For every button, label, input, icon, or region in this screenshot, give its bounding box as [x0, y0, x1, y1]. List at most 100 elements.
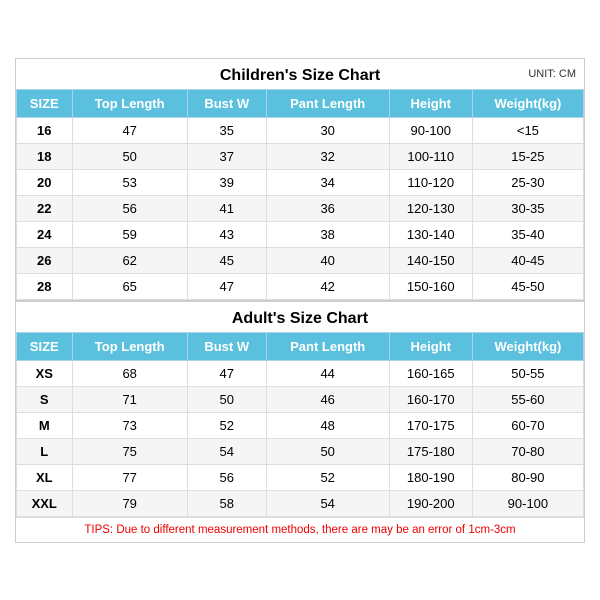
table-cell: 36 — [266, 195, 389, 221]
table-cell: 54 — [187, 438, 266, 464]
table-cell: XXL — [17, 490, 73, 516]
table-row: L755450175-18070-80 — [17, 438, 584, 464]
table-cell: 68 — [72, 360, 187, 386]
table-row: M735248170-17560-70 — [17, 412, 584, 438]
table-cell: 60-70 — [472, 412, 583, 438]
table-cell: 18 — [17, 143, 73, 169]
table-cell: 180-190 — [389, 464, 472, 490]
children-section-title: Children's Size Chart UNIT: CM — [16, 59, 584, 89]
unit-label: UNIT: CM — [528, 68, 576, 80]
table-cell: XL — [17, 464, 73, 490]
table-cell: 40 — [266, 247, 389, 273]
table-cell: 15-25 — [472, 143, 583, 169]
table-cell: 56 — [72, 195, 187, 221]
table-cell: 80-90 — [472, 464, 583, 490]
adult-table-body: XS684744160-16550-55S715046160-17055-60M… — [17, 360, 584, 516]
table-row: 22564136120-13030-35 — [17, 195, 584, 221]
tips-text: TIPS: Due to different measurement metho… — [16, 517, 584, 542]
table-cell: 32 — [266, 143, 389, 169]
table-cell: 160-165 — [389, 360, 472, 386]
table-cell: 54 — [266, 490, 389, 516]
table-cell: 44 — [266, 360, 389, 386]
table-cell: 47 — [187, 360, 266, 386]
table-row: 26624540140-15040-45 — [17, 247, 584, 273]
table-cell: 35-40 — [472, 221, 583, 247]
table-cell: 65 — [72, 273, 187, 299]
table-row: S715046160-17055-60 — [17, 386, 584, 412]
children-col-header: Weight(kg) — [472, 89, 583, 117]
children-col-header: Pant Length — [266, 89, 389, 117]
table-cell: 39 — [187, 169, 266, 195]
adult-title-text: Adult's Size Chart — [232, 310, 368, 327]
table-cell: 120-130 — [389, 195, 472, 221]
table-cell: 47 — [187, 273, 266, 299]
adult-table-header: SIZETop LengthBust WPant LengthHeightWei… — [17, 332, 584, 360]
adult-col-header: SIZE — [17, 332, 73, 360]
table-row: XL775652180-19080-90 — [17, 464, 584, 490]
tips-content: TIPS: Due to different measurement metho… — [84, 524, 515, 536]
adult-section-title: Adult's Size Chart — [16, 300, 584, 332]
table-cell: 190-200 — [389, 490, 472, 516]
table-cell: 71 — [72, 386, 187, 412]
table-cell: 150-160 — [389, 273, 472, 299]
table-cell: 100-110 — [389, 143, 472, 169]
table-cell: 38 — [266, 221, 389, 247]
children-col-header: Height — [389, 89, 472, 117]
table-cell: 77 — [72, 464, 187, 490]
table-cell: S — [17, 386, 73, 412]
table-cell: L — [17, 438, 73, 464]
table-cell: 22 — [17, 195, 73, 221]
table-cell: 25-30 — [472, 169, 583, 195]
table-row: XS684744160-16550-55 — [17, 360, 584, 386]
table-cell: <15 — [472, 117, 583, 143]
adult-table: SIZETop LengthBust WPant LengthHeightWei… — [16, 332, 584, 517]
table-cell: 52 — [266, 464, 389, 490]
table-cell: 75 — [72, 438, 187, 464]
table-cell: 37 — [187, 143, 266, 169]
adult-col-header: Bust W — [187, 332, 266, 360]
children-title-text: Children's Size Chart — [220, 67, 380, 84]
table-cell: 50-55 — [472, 360, 583, 386]
table-cell: 41 — [187, 195, 266, 221]
children-col-header: Top Length — [72, 89, 187, 117]
table-cell: 130-140 — [389, 221, 472, 247]
table-cell: 55-60 — [472, 386, 583, 412]
table-cell: 58 — [187, 490, 266, 516]
table-cell: 28 — [17, 273, 73, 299]
table-cell: 56 — [187, 464, 266, 490]
table-cell: 47 — [72, 117, 187, 143]
table-cell: 26 — [17, 247, 73, 273]
table-cell: 140-150 — [389, 247, 472, 273]
table-cell: 45-50 — [472, 273, 583, 299]
table-cell: 73 — [72, 412, 187, 438]
adult-col-header: Top Length — [72, 332, 187, 360]
table-row: 20533934110-12025-30 — [17, 169, 584, 195]
table-cell: 90-100 — [389, 117, 472, 143]
table-cell: 24 — [17, 221, 73, 247]
table-cell: 30-35 — [472, 195, 583, 221]
adult-col-header: Weight(kg) — [472, 332, 583, 360]
table-cell: 42 — [266, 273, 389, 299]
table-cell: 70-80 — [472, 438, 583, 464]
table-row: 28654742150-16045-50 — [17, 273, 584, 299]
table-cell: 170-175 — [389, 412, 472, 438]
table-cell: 110-120 — [389, 169, 472, 195]
table-row: 1647353090-100<15 — [17, 117, 584, 143]
table-cell: 53 — [72, 169, 187, 195]
table-cell: M — [17, 412, 73, 438]
adult-col-header: Height — [389, 332, 472, 360]
adult-col-header: Pant Length — [266, 332, 389, 360]
table-cell: 35 — [187, 117, 266, 143]
table-cell: 50 — [72, 143, 187, 169]
size-chart-container: Children's Size Chart UNIT: CM SIZETop L… — [15, 58, 585, 543]
children-col-header: SIZE — [17, 89, 73, 117]
table-cell: 40-45 — [472, 247, 583, 273]
table-row: 24594338130-14035-40 — [17, 221, 584, 247]
table-cell: 34 — [266, 169, 389, 195]
table-cell: 50 — [266, 438, 389, 464]
table-cell: 30 — [266, 117, 389, 143]
table-cell: 175-180 — [389, 438, 472, 464]
table-cell: 43 — [187, 221, 266, 247]
table-cell: 62 — [72, 247, 187, 273]
table-cell: 16 — [17, 117, 73, 143]
